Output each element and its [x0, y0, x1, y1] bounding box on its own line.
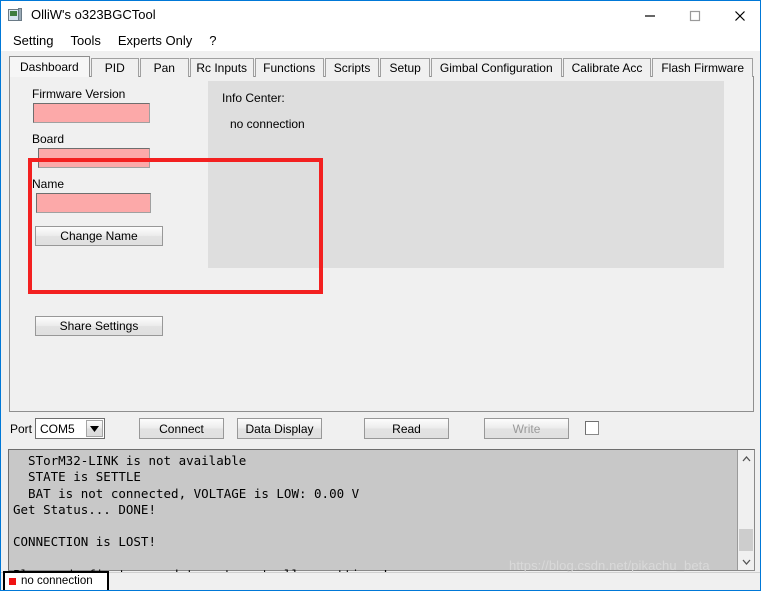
- tab-gimbal-configuration[interactable]: Gimbal Configuration: [430, 58, 562, 77]
- chevron-down-icon[interactable]: [86, 420, 103, 437]
- status-text: no connection: [21, 575, 93, 587]
- dashboard-panel: Info Center: no connection Firmware Vers…: [9, 76, 754, 412]
- tab-scripts[interactable]: Scripts: [324, 58, 380, 77]
- maximize-icon[interactable]: [672, 1, 717, 30]
- console-log[interactable]: STorM32-LINK is not available STATE is S…: [8, 449, 755, 582]
- firmware-version-input[interactable]: [33, 103, 150, 123]
- share-settings-button[interactable]: Share Settings: [35, 316, 163, 336]
- app-tool-icon: [8, 7, 24, 23]
- info-center-label: Info Center:: [222, 91, 285, 105]
- write-button[interactable]: Write: [484, 418, 569, 439]
- tab-strip: Dashboard PID Pan Rc Inputs Functions Sc…: [9, 56, 754, 77]
- scroll-up-icon[interactable]: [738, 450, 754, 467]
- console-log-text: STorM32-LINK is not available STATE is S…: [13, 453, 389, 582]
- title-bar: OlliW's o323BGCTool: [1, 0, 760, 30]
- info-center-panel: Info Center: no connection: [208, 81, 724, 268]
- status-bar: no connection: [1, 571, 760, 590]
- tab-functions[interactable]: Functions: [254, 58, 324, 77]
- menu-item-tools[interactable]: Tools: [65, 31, 108, 50]
- scrollbar-thumb[interactable]: [739, 529, 753, 551]
- close-icon[interactable]: [717, 1, 760, 30]
- application-window: OlliW's o323BGCTool Setting Tools Expert…: [0, 0, 761, 591]
- menu-item-setting[interactable]: Setting: [8, 31, 61, 50]
- board-input[interactable]: [38, 148, 150, 168]
- window-controls: [627, 1, 760, 30]
- firmware-version-label: Firmware Version: [32, 87, 126, 101]
- board-label: Board: [32, 132, 65, 146]
- status-badge: no connection: [3, 571, 109, 590]
- tab-setup[interactable]: Setup: [380, 58, 430, 77]
- menu-item-help[interactable]: ?: [204, 31, 224, 50]
- tab-pid[interactable]: PID: [90, 58, 139, 77]
- scroll-down-icon[interactable]: [738, 553, 754, 570]
- menu-item-experts-only[interactable]: Experts Only: [113, 31, 200, 50]
- change-name-button[interactable]: Change Name: [35, 226, 163, 246]
- read-button[interactable]: Read: [364, 418, 449, 439]
- connect-button[interactable]: Connect: [139, 418, 224, 439]
- name-label: Name: [32, 177, 65, 191]
- minimize-icon[interactable]: [627, 1, 672, 30]
- data-display-button[interactable]: Data Display: [237, 418, 322, 439]
- menu-bar: Setting Tools Experts Only ?: [1, 29, 760, 51]
- info-center-value: no connection: [230, 117, 305, 131]
- port-select[interactable]: COM5: [35, 418, 105, 439]
- tab-rc-inputs[interactable]: Rc Inputs: [189, 58, 254, 77]
- name-input[interactable]: [36, 193, 151, 213]
- tab-dashboard[interactable]: Dashboard: [9, 56, 90, 77]
- port-label: Port: [10, 422, 33, 436]
- port-select-value: COM5: [40, 421, 75, 436]
- tab-calibrate-acc[interactable]: Calibrate Acc: [562, 58, 652, 77]
- console-scrollbar[interactable]: [737, 450, 754, 570]
- tab-flash-firmware[interactable]: Flash Firmware: [652, 58, 754, 77]
- window-title: OlliW's o323BGCTool: [31, 7, 156, 22]
- status-indicator-icon: [9, 578, 16, 585]
- toolbar-checkbox[interactable]: [585, 421, 599, 435]
- tab-pan[interactable]: Pan: [139, 58, 189, 77]
